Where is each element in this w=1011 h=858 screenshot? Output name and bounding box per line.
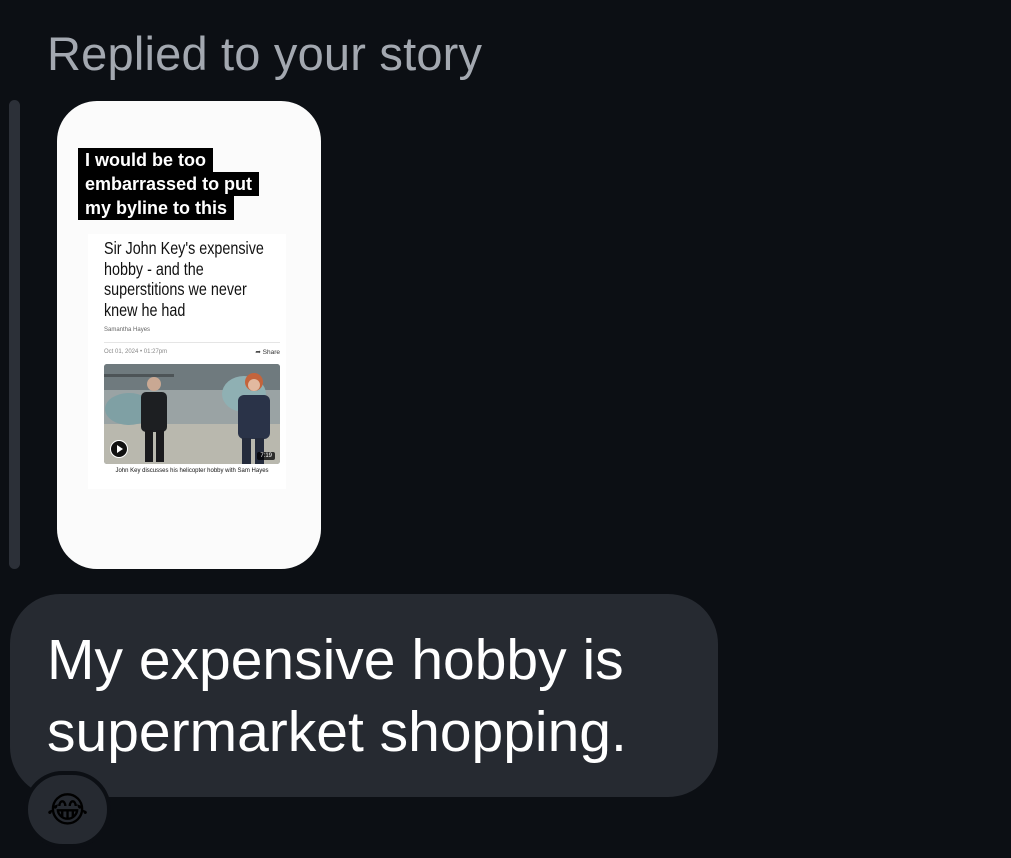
story-caption-line: my byline to this <box>78 196 235 220</box>
reaction-badge[interactable]: 😂 <box>24 771 111 848</box>
article-headline: Sir John Key's expensive hobby - and the… <box>104 238 264 320</box>
story-caption-line: I would be too <box>78 148 213 172</box>
article-divider <box>104 342 280 343</box>
story-caption: I would be too embarrassed to put my byl… <box>78 148 298 220</box>
message-text: My expensive hobby is supermarket shoppi… <box>47 628 627 764</box>
article-share-label: Share <box>262 349 280 356</box>
share-icon: ➦ <box>255 349 261 356</box>
play-icon <box>110 440 128 458</box>
face-with-tears-of-joy-icon: 😂 <box>46 788 89 830</box>
article-screenshot: Sir John Key's expensive hobby - and the… <box>88 234 286 489</box>
article-date: Oct 01, 2024 • 01:27pm <box>104 349 168 355</box>
video-caption: John Key discusses his helicopter hobby … <box>115 468 269 474</box>
quote-indicator-bar <box>9 100 20 569</box>
story-preview-card[interactable]: I would be too embarrassed to put my byl… <box>57 101 321 569</box>
video-duration: 7:19 <box>257 452 275 460</box>
article-share: ➦ Share <box>255 348 280 356</box>
replied-to-story-label: Replied to your story <box>47 27 483 80</box>
dm-conversation: Replied to your story I would be too emb… <box>0 0 1011 858</box>
message-bubble[interactable]: My expensive hobby is supermarket shoppi… <box>10 594 718 797</box>
story-caption-line: embarrassed to put <box>78 172 260 196</box>
article-video-thumbnail: 7:19 <box>104 364 280 464</box>
article-author: Samantha Hayes <box>104 327 151 333</box>
video-scene-image <box>104 364 280 464</box>
